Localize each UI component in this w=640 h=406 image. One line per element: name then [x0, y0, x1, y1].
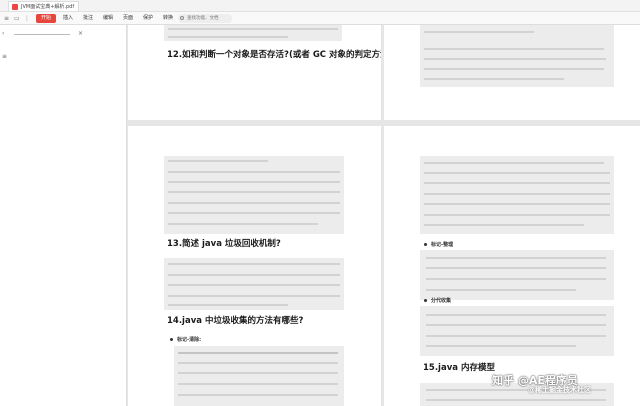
text-line [168, 160, 268, 162]
text-line [168, 36, 288, 38]
search-placeholder: 查找功能、文档 [187, 16, 219, 21]
outline-sidebar: ‹ × ≡ [0, 25, 127, 406]
text-line [426, 345, 576, 347]
text-line [168, 212, 340, 214]
menu-protect[interactable]: 保护 [143, 14, 153, 23]
text-line [426, 289, 576, 291]
more-icon[interactable]: ⋮ [24, 15, 30, 22]
bullet [424, 243, 427, 246]
title-bar: JVM面试宝典+解析.pdf [0, 0, 640, 12]
text-line [424, 162, 604, 164]
subheading-mark-compact: 标记-整理 [431, 242, 454, 248]
folder-icon[interactable]: ▭ [14, 15, 20, 22]
text-line [424, 31, 534, 33]
text-line [168, 223, 318, 225]
text-line [424, 78, 564, 80]
sidebar-divider [14, 34, 70, 35]
text-line [168, 284, 340, 286]
text-line [168, 202, 340, 204]
text-line [178, 394, 338, 396]
heading-14: 14.java 中垃圾收集的方法有哪些? [167, 316, 304, 326]
text-line [168, 304, 288, 306]
pdf-icon [12, 4, 18, 10]
subheading-mark-sweep: 标记-清除: [177, 337, 202, 343]
text-line [424, 182, 610, 184]
text-line [426, 314, 606, 316]
menu-comment[interactable]: 批注 [83, 14, 93, 23]
sidebar-toc-icon[interactable]: ≡ [2, 53, 7, 60]
text-line [424, 48, 604, 50]
text-line [424, 68, 604, 70]
text-line [168, 295, 340, 297]
start-tab[interactable]: 开始 [36, 14, 56, 23]
text-line [168, 28, 338, 30]
text-line [424, 58, 606, 60]
text-line [426, 324, 606, 326]
text-line [168, 263, 340, 265]
text-line [168, 274, 340, 276]
text-line [426, 399, 606, 401]
text-line [426, 267, 606, 269]
text-highlight [174, 346, 344, 406]
document-tab[interactable]: JVM面试宝典+解析.pdf [8, 1, 80, 11]
menu-bar: ≡ ▭ ⋮ 开始 插入 批注 编辑 页面 保护 转换 查找功能、文档 [0, 12, 640, 25]
menu-icon[interactable]: ≡ [4, 15, 9, 22]
menu-convert[interactable]: 转换 [163, 14, 173, 23]
menu-edit[interactable]: 编辑 [103, 14, 113, 23]
sidebar-collapse-icon[interactable]: ‹ [2, 30, 4, 37]
text-highlight [420, 156, 614, 234]
text-line [168, 171, 340, 173]
page-top-right [384, 25, 640, 120]
sidebar-close-icon[interactable]: × [78, 30, 83, 37]
page-top-left: 12.如和判断一个对象是否存活?(或者 GC 对象的判定方法) [128, 25, 381, 120]
heading-12: 12.如和判断一个对象是否存活?(或者 GC 对象的判定方法) [167, 50, 381, 60]
menu-page[interactable]: 页面 [123, 14, 133, 23]
text-line [168, 181, 340, 183]
bullet [424, 299, 427, 302]
menu-insert[interactable]: 插入 [63, 14, 73, 23]
text-line [424, 214, 610, 216]
bullet [170, 338, 173, 341]
text-line [424, 224, 584, 226]
subheading-generational: 分代收集 [431, 298, 452, 304]
text-line [178, 372, 338, 374]
text-line [168, 191, 340, 193]
search-icon [180, 16, 184, 20]
text-line [178, 352, 338, 354]
heading-15: 15.java 内存模型 [423, 363, 495, 373]
watermark-juejin: @稀土掘金技术社区 [528, 386, 591, 394]
text-line [426, 278, 606, 280]
text-line [178, 383, 338, 385]
text-line [424, 172, 610, 174]
text-line [424, 203, 610, 205]
text-line [424, 193, 610, 195]
document-tab-title: JVM面试宝典+解析.pdf [21, 4, 75, 10]
text-line [426, 335, 606, 337]
text-line [426, 257, 606, 259]
heading-13: 13.简述 java 垃圾回收机制? [167, 239, 281, 249]
page-bottom-right: 标记-整理 分代收集 15.java 内存模型 [384, 126, 640, 406]
text-line [178, 362, 338, 364]
search-input[interactable]: 查找功能、文档 [178, 14, 232, 23]
page-bottom-left: 13.简述 java 垃圾回收机制? 14.java 中垃圾收集的方法有哪些? … [128, 126, 381, 406]
